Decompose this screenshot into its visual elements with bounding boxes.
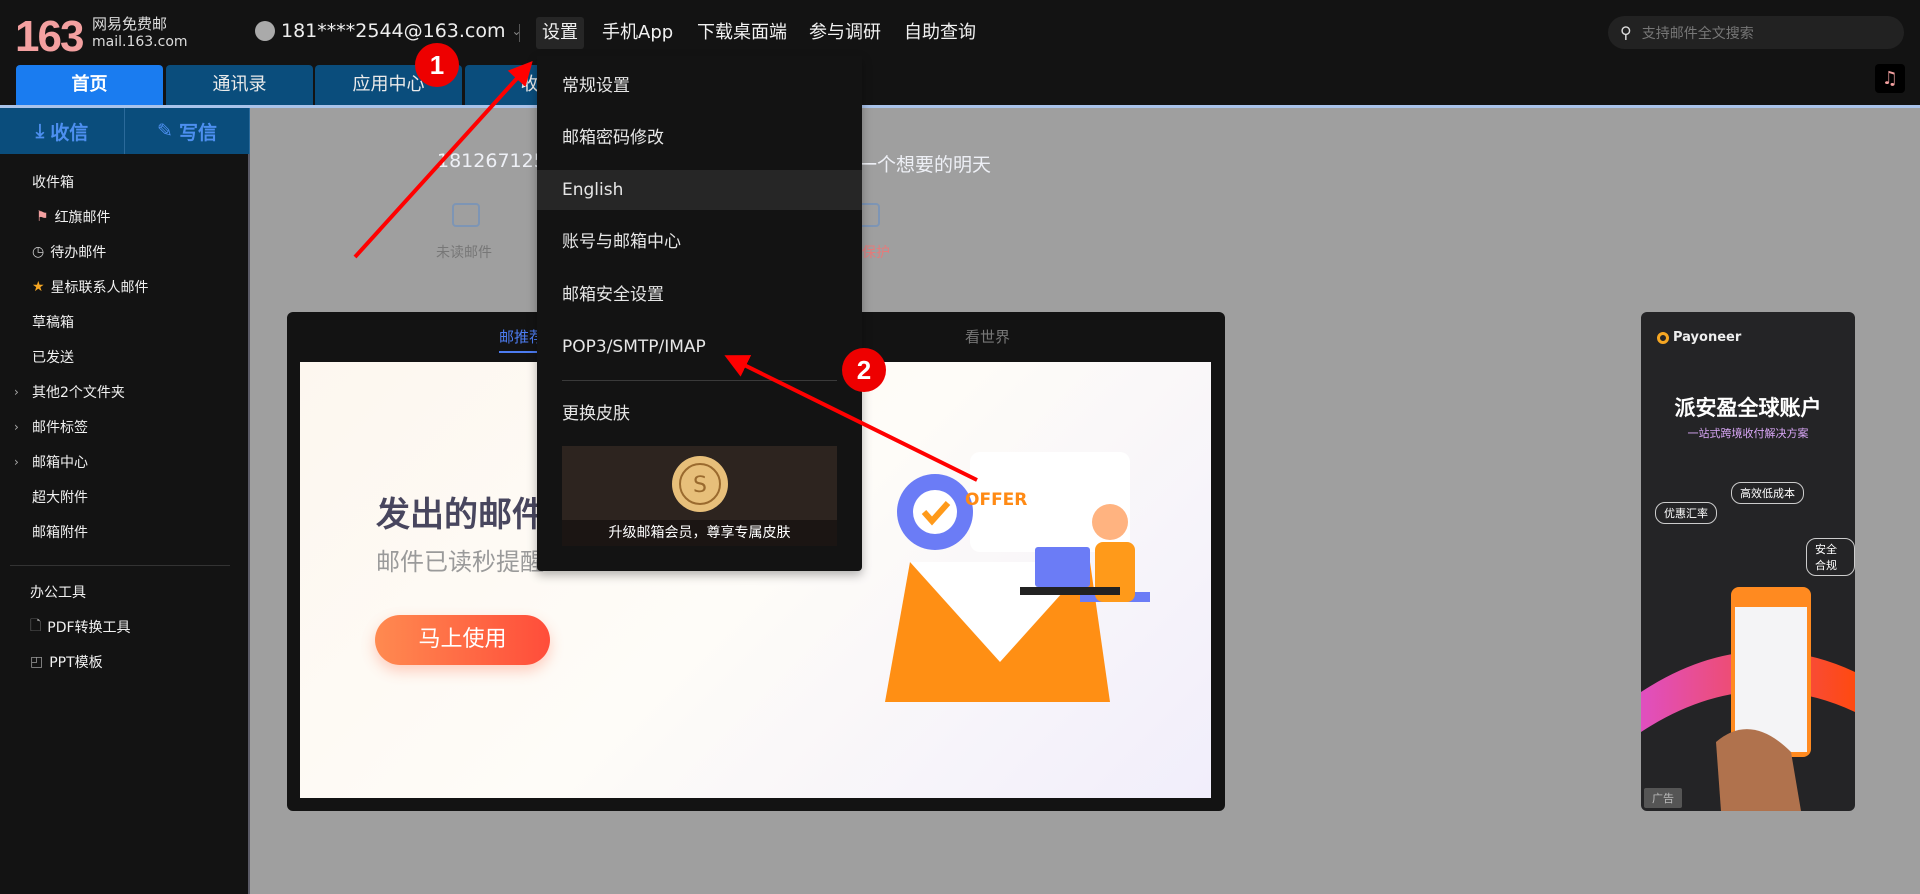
search-icon: ⚲ (1620, 23, 1632, 42)
tab-contacts[interactable]: 通讯录 (166, 65, 313, 105)
nav-download-desktop[interactable]: 下载桌面端 (691, 17, 793, 49)
advertisement[interactable]: Payoneer 派安盈全球账户 一站式跨境收付解决方案 高效低成本 优惠汇率 … (1641, 312, 1855, 811)
skin-promo-text: 升级邮箱会员，尊享专属皮肤 (562, 520, 837, 546)
sidebar-item-starred[interactable]: ★ 星标联系人邮件 (32, 275, 149, 299)
tab-see-world[interactable]: 看世界 (965, 326, 1010, 347)
sidebar-item-label: 其他2个文件夹 (32, 385, 125, 401)
compose-label: 写信 (178, 121, 217, 144)
annotation-badge-1: 1 (415, 43, 459, 87)
menu-item-security-settings[interactable]: 邮箱安全设置 (537, 275, 862, 315)
welcome-text: 181267125 (437, 150, 546, 172)
sidebar-item-ppt-templates[interactable]: ◰ PPT模板 (30, 650, 103, 674)
search-placeholder: 支持邮件全文搜索 (1641, 25, 1754, 42)
tab-home[interactable]: 首页 (16, 65, 163, 105)
music-icon[interactable]: ♫ (1875, 64, 1905, 93)
sidebar-item-label: 草稿箱 (32, 315, 74, 331)
divider (562, 380, 837, 381)
settings-dropdown: 常规设置 邮箱密码修改 English 账号与邮箱中心 邮箱安全设置 POP3/… (537, 56, 862, 571)
sidebar-item-other-folders[interactable]: › 其他2个文件夹 (14, 380, 125, 404)
divider (0, 105, 1920, 108)
sidebar-item-label: 邮箱附件 (32, 525, 88, 541)
logo[interactable]: 163 (15, 12, 84, 62)
sidebar-item-sent[interactable]: 已发送 (32, 345, 74, 369)
annotation-badge-2: 2 (842, 348, 886, 392)
ad-subtitle: 一站式跨境收付解决方案 (1687, 427, 1809, 440)
vip-badge-icon: S (672, 456, 728, 512)
unread-mail-label[interactable]: 未读邮件 (436, 242, 492, 262)
use-now-button[interactable]: 马上使用 (375, 615, 550, 665)
nav-survey[interactable]: 参与调研 (803, 17, 887, 49)
sidebar-item-todo[interactable]: ◷ 待办邮件 (32, 240, 106, 264)
clock-icon: ◷ (32, 244, 45, 260)
account-switcher[interactable]: 181****2544@163.com ⌄ (255, 20, 522, 42)
ad-brand-name: Payoneer (1673, 330, 1742, 345)
menu-item-account-center[interactable]: 账号与邮箱中心 (537, 222, 862, 262)
unread-mail-icon[interactable] (452, 203, 480, 227)
menu-item-change-password[interactable]: 邮箱密码修改 (537, 118, 862, 158)
ad-tag: 广告 (1644, 788, 1682, 808)
logo-text: 网易免费邮 mail.163.com (92, 15, 188, 51)
sidebar-item-attachments[interactable]: 邮箱附件 (32, 520, 88, 544)
sidebar-item-inbox[interactable]: 收件箱 (32, 170, 74, 194)
inbox-download-icon: ⤓ (35, 120, 45, 142)
receive-button[interactable]: ⤓ 收信 (0, 108, 125, 154)
pen-icon: ✎ (157, 120, 173, 142)
menu-item-general-settings[interactable]: 常规设置 (537, 66, 862, 106)
office-tools-title: 办公工具 (30, 585, 86, 601)
nav-mobile-app[interactable]: 手机App (596, 17, 679, 49)
sidebar-item-large-attachments[interactable]: 超大附件 (32, 485, 88, 509)
sidebar-item-flagged[interactable]: ⚑ 红旗邮件 (36, 205, 111, 229)
ad-title: 派安盈全球账户 (1674, 396, 1822, 420)
sidebar-item-mail-center[interactable]: › 邮箱中心 (14, 450, 88, 474)
divider (10, 565, 230, 566)
chevron-right-icon: › (14, 420, 19, 434)
sidebar-item-label: 邮件标签 (32, 420, 88, 436)
receive-label: 收信 (50, 121, 89, 144)
sidebar-item-drafts[interactable]: 草稿箱 (32, 310, 74, 334)
payoneer-logo-icon (1657, 331, 1669, 344)
ad-bubble: 高效低成本 (1731, 482, 1804, 504)
sidebar-item-label: 已发送 (32, 350, 74, 366)
chevron-right-icon: › (14, 455, 19, 469)
menu-item-pop3-smtp-imap[interactable]: POP3/SMTP/IMAP (537, 327, 862, 367)
shapes-icon: ◰ (30, 654, 44, 670)
sidebar-item-label: PPT模板 (49, 655, 103, 671)
phone-illustration (1641, 587, 1855, 811)
sidebar-actions: ⤓ 收信 ✎ 写信 (0, 108, 250, 154)
sidebar-item-label: 红旗邮件 (54, 210, 111, 226)
sidebar-item-label: 待办邮件 (50, 245, 107, 261)
divider (519, 24, 520, 42)
sidebar-item-pdf-tool[interactable]: 🗋 PDF转换工具 (30, 615, 131, 639)
search-input[interactable]: ⚲ 支持邮件全文搜索 (1608, 16, 1904, 49)
logo-domain: mail.163.com (92, 34, 188, 50)
account-email: 181****2544@163.com (281, 20, 506, 42)
avatar (255, 21, 275, 41)
compose-button[interactable]: ✎ 写信 (125, 108, 250, 154)
sidebar-item-label: 邮箱中心 (32, 455, 88, 471)
nav-self-service[interactable]: 自助查询 (898, 17, 982, 49)
star-icon: ★ (32, 279, 45, 295)
protection-label[interactable]: 保护 (862, 242, 890, 262)
banner-subtitle: 邮件已读秒提醒 (376, 548, 544, 576)
logo-name: 网易免费邮 (92, 15, 168, 33)
menu-item-english[interactable]: English (537, 170, 862, 210)
sidebar-item-label: 超大附件 (32, 490, 88, 506)
ad-bubble: 优惠汇率 (1655, 502, 1717, 524)
pdf-file-icon: 🗋 (30, 618, 42, 634)
sidebar-item-label: 收件箱 (32, 175, 74, 191)
sidebar-item-labels[interactable]: › 邮件标签 (14, 415, 88, 439)
chevron-right-icon: › (14, 385, 19, 399)
offer-text: OFFER (965, 490, 1028, 510)
ad-brand: Payoneer (1657, 330, 1741, 345)
sidebar-item-label: PDF转换工具 (47, 620, 131, 636)
menu-item-change-skin[interactable]: 更换皮肤 (537, 394, 862, 434)
office-tools-heading: 办公工具 (30, 580, 86, 604)
sidebar-item-label: 星标联系人邮件 (50, 280, 149, 296)
welcome-slogan: 一个想要的明天 (858, 154, 992, 176)
flag-icon: ⚑ (36, 209, 49, 225)
skin-promo-banner[interactable]: S 升级邮箱会员，尊享专属皮肤 (562, 446, 837, 546)
nav-settings[interactable]: 设置 (536, 17, 584, 49)
chevron-down-icon: ⌄ (511, 24, 522, 38)
svg-text:S: S (693, 473, 707, 498)
